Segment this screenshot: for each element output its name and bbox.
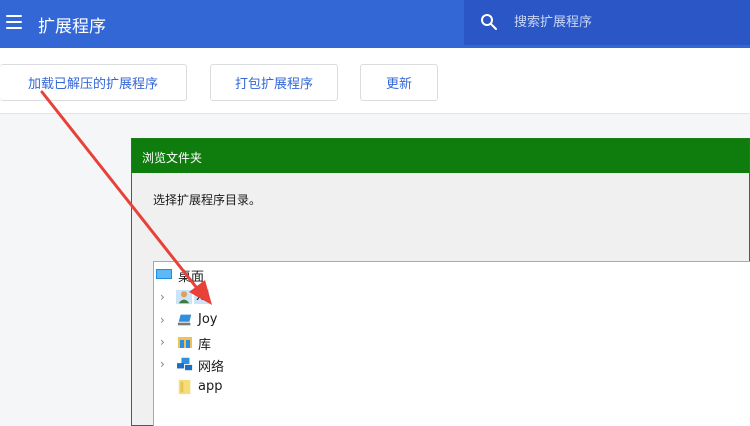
tree-item-app-folder[interactable]: app (154, 377, 354, 397)
tree-item-computer[interactable]: › Joy (154, 310, 354, 330)
desktop-icon (156, 269, 172, 279)
user-icon (176, 289, 192, 305)
chevron-right-icon[interactable]: › (160, 291, 170, 303)
update-button[interactable]: 更新 (360, 64, 438, 101)
computer-icon (177, 314, 192, 326)
tree-item-desktop[interactable]: 桌面 (154, 264, 354, 285)
chevron-right-icon[interactable]: › (160, 336, 170, 348)
search-box[interactable] (464, 0, 750, 45)
chevron-right-icon[interactable]: › (160, 358, 170, 370)
tree-item-label: Joy (198, 312, 218, 327)
load-unpacked-button[interactable]: 加载已解压的扩展程序 (0, 64, 187, 101)
search-icon (481, 14, 497, 30)
tree-item-library[interactable]: › 库 (154, 332, 354, 353)
network-icon (177, 357, 193, 371)
menu-icon[interactable] (6, 15, 22, 29)
tree-item-label: app (198, 379, 223, 394)
app-header: 扩展程序 (0, 0, 750, 48)
folder-tree[interactable]: 桌面 › xi › Joy › 库 › 网络 app (153, 261, 750, 426)
tree-item-label: 桌面 (178, 270, 205, 285)
search-input[interactable] (514, 0, 734, 45)
dialog-prompt: 选择扩展程序目录。 (153, 193, 262, 207)
pack-extension-button[interactable]: 打包扩展程序 (210, 64, 338, 101)
dialog-title: 浏览文件夹 (142, 151, 203, 165)
tree-item-label: 库 (198, 338, 212, 353)
tree-item-label: 网络 (198, 360, 225, 375)
tree-item-network[interactable]: › 网络 (154, 354, 354, 375)
tree-item-label: xi (194, 289, 210, 304)
chevron-right-icon[interactable]: › (160, 314, 170, 326)
toolbar: 加载已解压的扩展程序 打包扩展程序 更新 (0, 48, 750, 114)
dialog-titlebar[interactable]: 浏览文件夹 (132, 139, 749, 173)
tree-item-user[interactable]: › xi (154, 287, 354, 307)
folder-icon (178, 379, 191, 395)
browse-folder-dialog: 浏览文件夹 选择扩展程序目录。 桌面 › xi › Joy › 库 › 网络 a… (131, 138, 750, 426)
library-icon (178, 337, 192, 348)
page-title: 扩展程序 (38, 17, 106, 37)
